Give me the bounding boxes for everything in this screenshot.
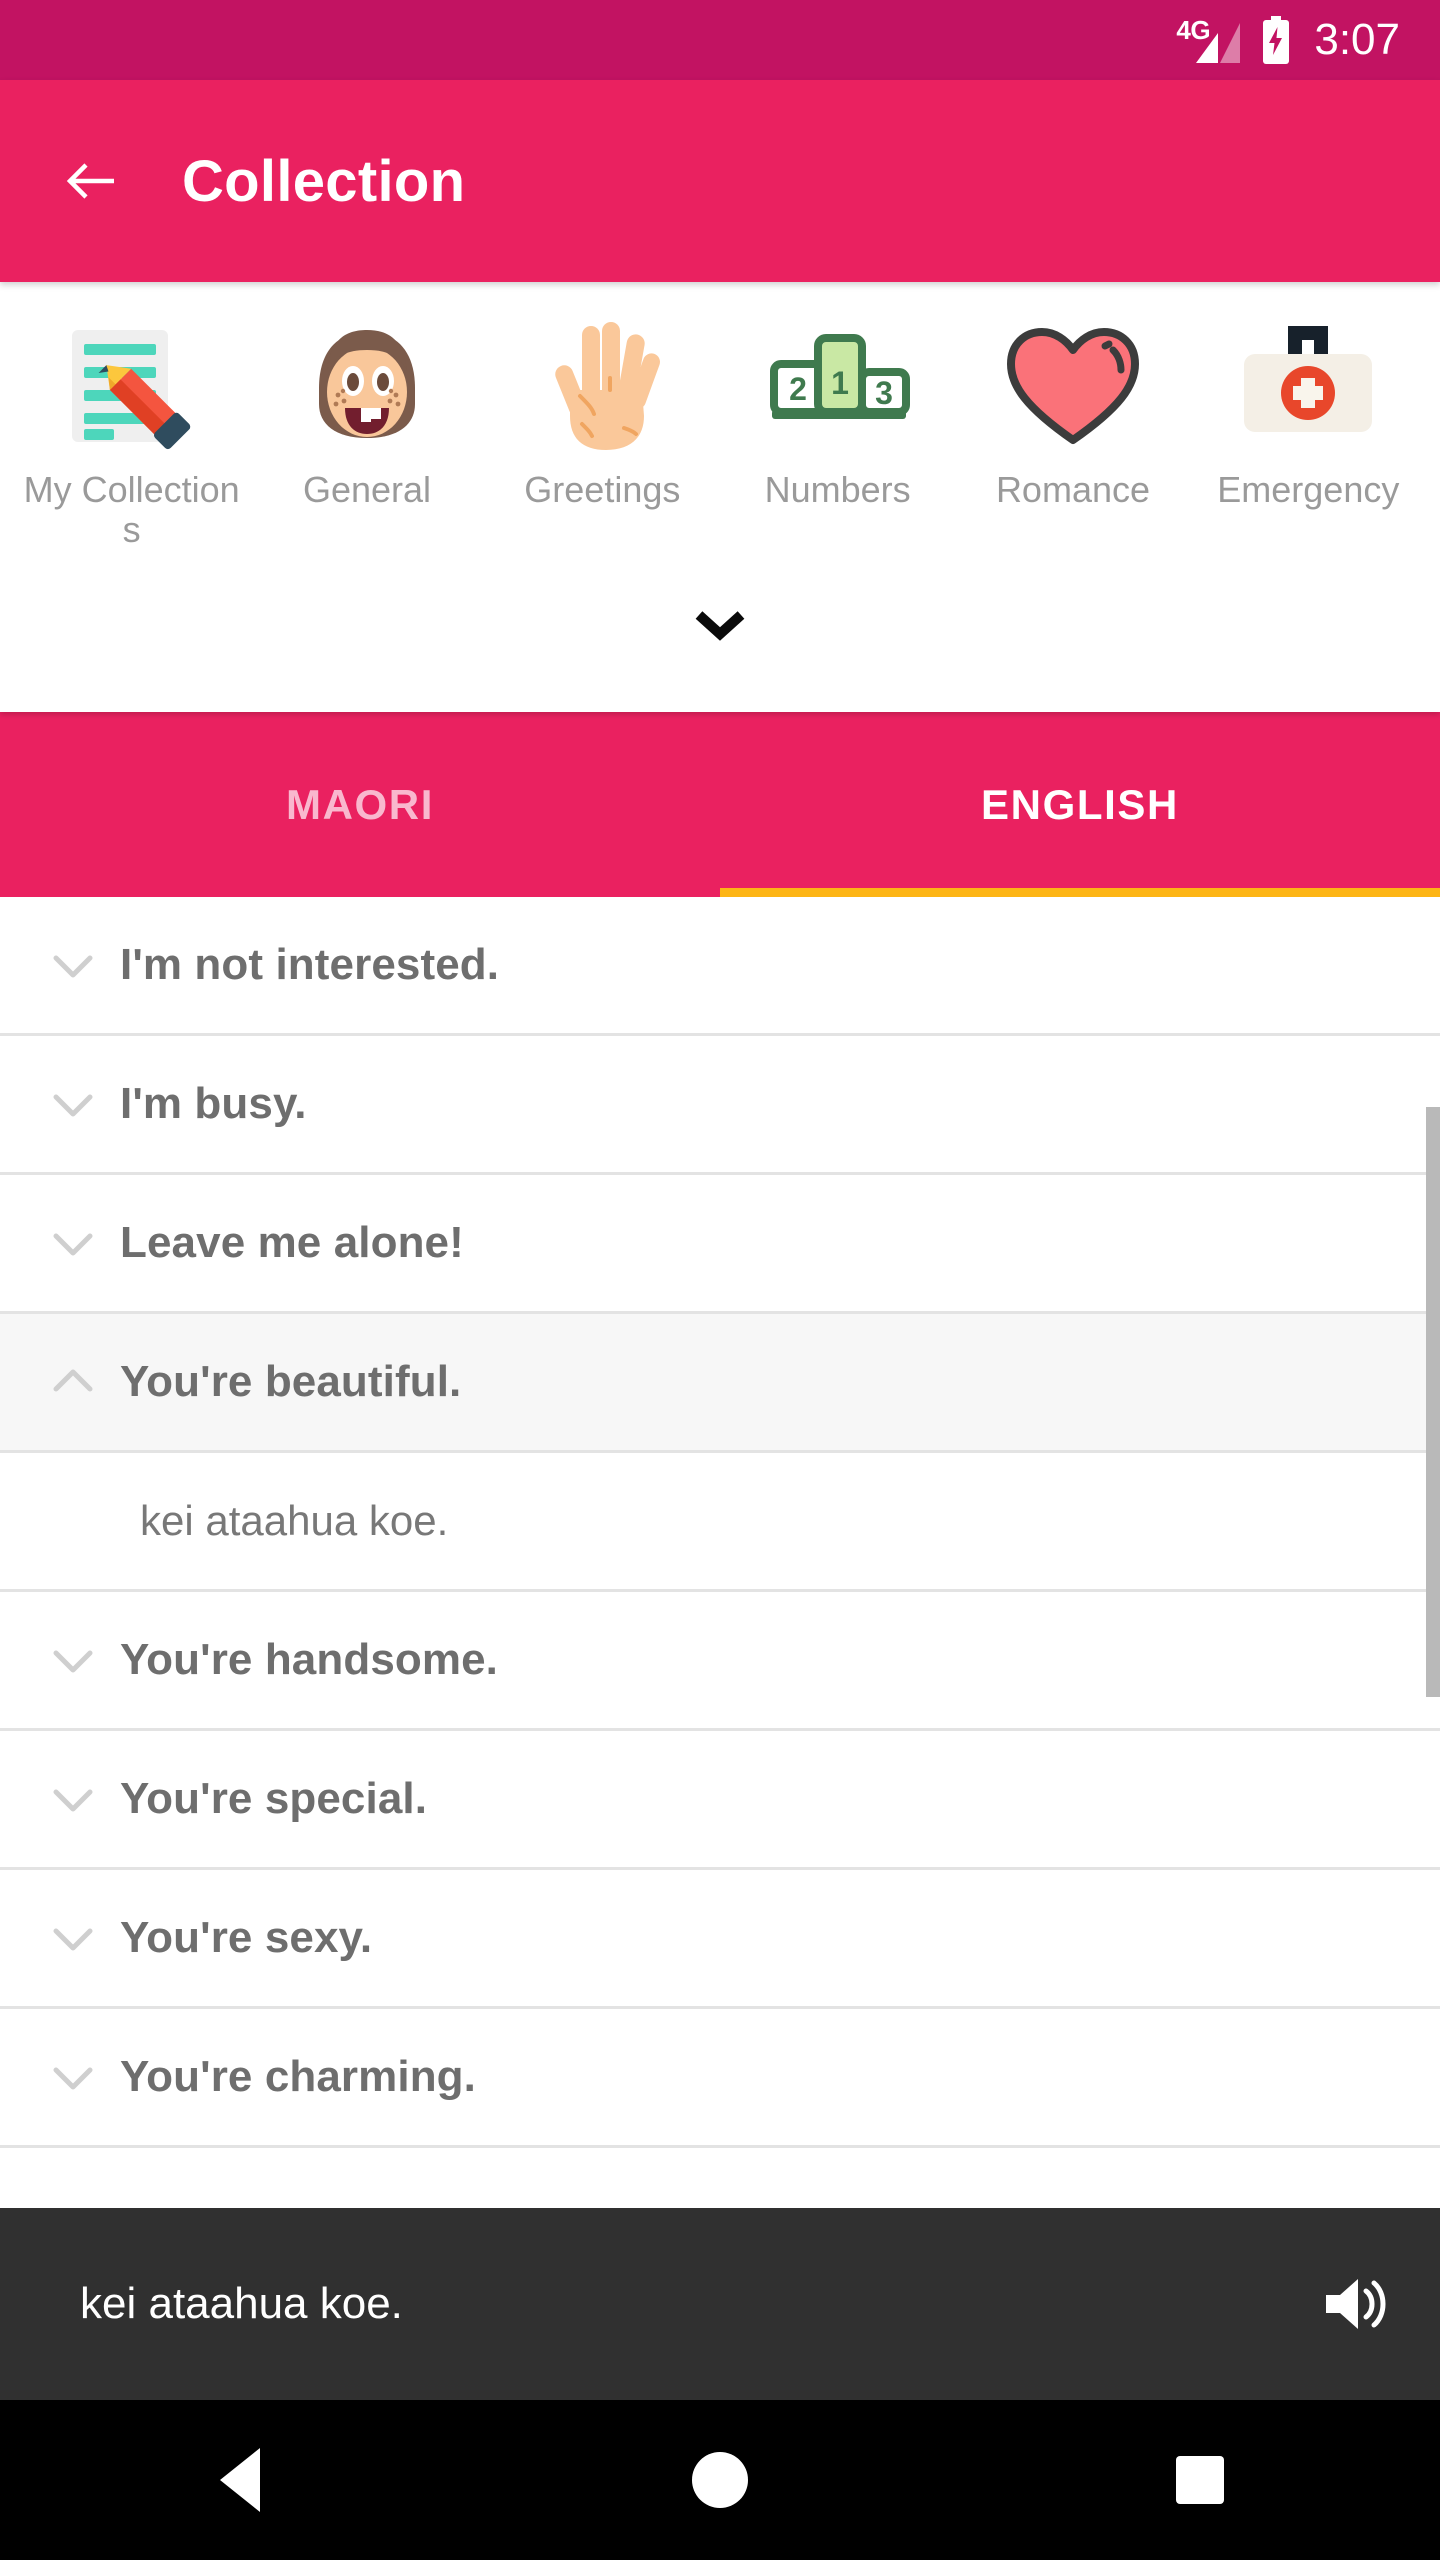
- chevron-down-icon: [695, 611, 745, 642]
- page-title: Collection: [182, 148, 466, 214]
- phrase-text: I'm not interested.: [120, 940, 500, 989]
- svg-text:3: 3: [875, 375, 893, 411]
- notepad-pencil-icon: [56, 312, 208, 464]
- phrase-text: You're beautiful.: [120, 1357, 462, 1406]
- category-label: Romance: [995, 469, 1151, 510]
- phrase-text: I'm busy.: [120, 1079, 307, 1128]
- nav-home-button[interactable]: [640, 2400, 800, 2560]
- category-row: My Collections General Greetings 2 1 3 N…: [0, 282, 1440, 551]
- category-label: Emergency: [1217, 469, 1400, 510]
- list-item[interactable]: You're sexy.: [0, 1870, 1440, 2009]
- speaker-volume-icon[interactable]: [1316, 2267, 1390, 2341]
- phrase-text: Leave me alone!: [120, 1218, 464, 1267]
- android-nav-bar: [0, 2400, 1440, 2560]
- category-general[interactable]: General: [249, 312, 484, 510]
- list-scrollbar[interactable]: [1426, 1107, 1440, 1697]
- phrase-text: You're special.: [120, 1774, 428, 1823]
- chevron-down-icon[interactable]: [40, 932, 106, 998]
- nav-recents-square-icon: [1176, 2456, 1224, 2504]
- nav-back-triangle-icon: [220, 2448, 260, 2512]
- audio-player-bar: kei ataahua koe.: [0, 2208, 1440, 2400]
- list-item-expanded[interactable]: You're beautiful.: [0, 1314, 1440, 1453]
- phrase-translation: kei ataahua koe.: [0, 1453, 1440, 1592]
- category-label: Numbers: [764, 469, 911, 510]
- list-item[interactable]: You're handsome.: [0, 1592, 1440, 1731]
- battery-charging-icon: [1263, 16, 1290, 64]
- svg-text:1: 1: [831, 365, 849, 401]
- list-item[interactable]: I'm busy.: [0, 1036, 1440, 1175]
- chevron-down-icon[interactable]: [40, 2044, 106, 2110]
- chevron-down-icon[interactable]: [40, 1210, 106, 1276]
- tab-label: MAORI: [286, 780, 434, 828]
- list-item[interactable]: You're charming.: [0, 2009, 1440, 2148]
- tab-label: ENGLISH: [981, 780, 1179, 828]
- phrase-list: I'm not interested. I'm busy. Leave me a…: [0, 897, 1440, 2208]
- app-root: 4G 3:07 Collection My Collections Genera…: [0, 0, 1440, 2560]
- status-bar: 4G 3:07: [0, 0, 1440, 80]
- category-label: My Collections: [23, 469, 240, 551]
- raised-hand-icon: [526, 312, 678, 464]
- nav-recents-button[interactable]: [1120, 2400, 1280, 2560]
- category-my-collections[interactable]: My Collections: [14, 312, 249, 551]
- chevron-up-icon[interactable]: [40, 1349, 106, 1415]
- category-expander-button[interactable]: [0, 551, 1440, 712]
- phrase-text: You're handsome.: [120, 1635, 498, 1684]
- chevron-down-icon[interactable]: [40, 1071, 106, 1137]
- face-emoji-icon: [291, 312, 443, 464]
- chevron-down-icon[interactable]: [40, 1905, 106, 1971]
- list-item[interactable]: I'm not interested.: [0, 897, 1440, 1036]
- nav-back-button[interactable]: [160, 2400, 320, 2560]
- list-item[interactable]: You're special.: [0, 1731, 1440, 1870]
- podium-icon: 2 1 3: [762, 312, 914, 464]
- category-panel: My Collections General Greetings 2 1 3 N…: [0, 282, 1440, 712]
- language-tab-bar: MAORI ENGLISH: [0, 712, 1440, 905]
- list-item[interactable]: Leave me alone!: [0, 1175, 1440, 1314]
- nav-home-circle-icon: [692, 2452, 748, 2508]
- chevron-down-icon[interactable]: [40, 1766, 106, 1832]
- first-aid-kit-icon: [1232, 312, 1384, 464]
- chevron-down-icon[interactable]: [40, 1627, 106, 1693]
- signal-bars-glyph: [1196, 23, 1241, 63]
- tab-maori[interactable]: MAORI: [0, 712, 720, 897]
- category-label: General: [302, 469, 432, 510]
- category-label: Greetings: [524, 469, 681, 510]
- category-romance[interactable]: Romance: [955, 312, 1190, 510]
- signal-bars-icon: 4G: [1176, 15, 1242, 63]
- phrase-text: You're charming.: [120, 2052, 476, 2101]
- category-greetings[interactable]: Greetings: [485, 312, 720, 510]
- category-numbers[interactable]: 2 1 3 Numbers: [720, 312, 955, 510]
- svg-text:2: 2: [789, 371, 807, 407]
- app-bar: Collection: [0, 80, 1440, 282]
- player-phrase-text: kei ataahua koe.: [80, 2279, 403, 2328]
- tab-active-indicator: [720, 888, 1440, 897]
- category-emergency[interactable]: Emergency: [1191, 312, 1426, 510]
- tab-english[interactable]: ENGLISH: [720, 712, 1440, 897]
- phrase-list-container: I'm not interested. I'm busy. Leave me a…: [0, 897, 1440, 2208]
- status-bar-clock: 3:07: [1314, 15, 1400, 64]
- phrase-text: You're sexy.: [120, 1913, 373, 1962]
- heart-icon: [997, 312, 1149, 464]
- back-arrow-icon[interactable]: [62, 152, 120, 210]
